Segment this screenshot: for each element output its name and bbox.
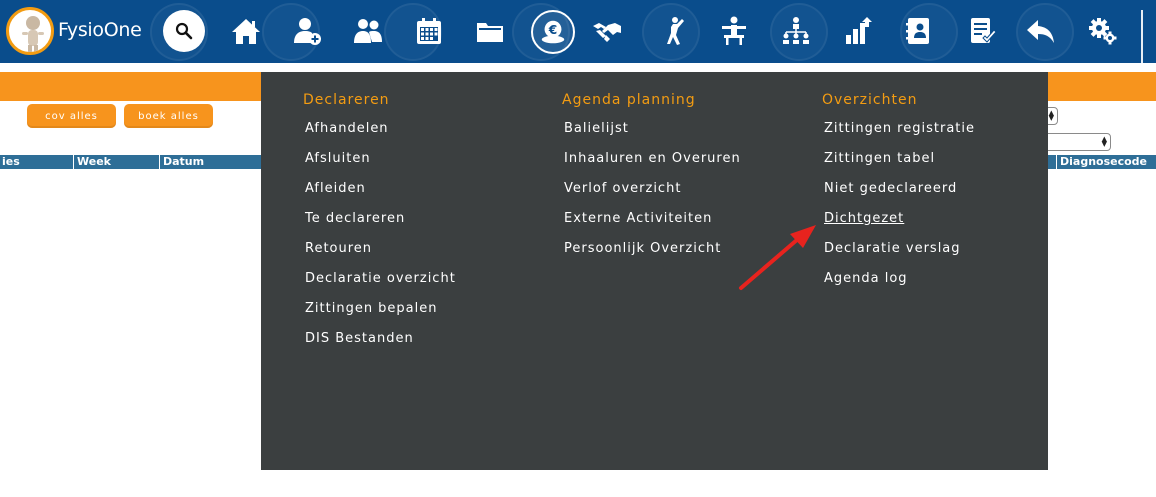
menu-item-zittingen-tabel[interactable]: Zittingen tabel: [824, 151, 935, 166]
top-navigation: FysioOne €: [0, 0, 1156, 63]
handshake-icon: [593, 23, 621, 42]
select-arrows-icon: ▲ ▼: [1101, 135, 1107, 148]
menu-item-te-declareren[interactable]: Te declareren: [305, 211, 405, 226]
home-button[interactable]: [226, 11, 266, 51]
menu-item-agenda-log[interactable]: Agenda log: [824, 271, 908, 286]
address-book-button[interactable]: [898, 11, 938, 51]
reply-icon: [1027, 20, 1054, 43]
menu-item-dis-bestanden[interactable]: DIS Bestanden: [305, 331, 414, 346]
home-icon: [232, 19, 260, 44]
menu-item-retouren[interactable]: Retouren: [305, 241, 372, 256]
exercise-icon: [667, 17, 684, 45]
statistics-icon: [846, 17, 872, 44]
menu-item-dichtgezet[interactable]: Dichtgezet: [824, 211, 904, 226]
folder-icon: [477, 23, 503, 42]
nav-divider: [1141, 10, 1143, 63]
folder-button[interactable]: [470, 11, 510, 51]
search-icon: [175, 22, 193, 40]
column-header-diagnosecode[interactable]: Diagnosecode: [1056, 155, 1156, 169]
patients-button[interactable]: [348, 11, 388, 51]
euro-icon: €: [541, 20, 565, 44]
column-header[interactable]: ies: [0, 155, 73, 169]
add-patient-icon: [294, 18, 321, 45]
calendar-button[interactable]: [409, 11, 449, 51]
therapist-icon: [722, 16, 746, 45]
column-header-datum[interactable]: Datum: [159, 155, 261, 169]
menu-item-declaratie-overzicht[interactable]: Declaratie overzicht: [305, 271, 456, 286]
menu-item-declaratie-verslag[interactable]: Declaratie verslag: [824, 241, 961, 256]
menu-column-title-declareren: Declareren: [303, 92, 390, 108]
app-root: FysioOne € cov alles boek alles ▲ ▼ ▲ ▼ …: [0, 0, 1156, 497]
add-patient-button[interactable]: [287, 11, 327, 51]
boek-alles-button[interactable]: boek alles: [124, 104, 213, 128]
column-header-week[interactable]: Week: [73, 155, 159, 169]
organization-button[interactable]: [776, 11, 816, 51]
patients-icon: [354, 19, 382, 43]
settings-button[interactable]: [1083, 11, 1123, 51]
menu-item-zittingen-registratie[interactable]: Zittingen registratie: [824, 121, 975, 136]
menu-item-externe-activiteiten[interactable]: Externe Activiteiten: [564, 211, 712, 226]
menu-item-balielijst[interactable]: Balielijst: [564, 121, 629, 136]
gear-icon: [1089, 18, 1117, 45]
select-arrows-icon: ▲ ▼: [1048, 109, 1054, 122]
svg-text:€: €: [548, 23, 557, 37]
menu-column-title-overzichten: Overzichten: [822, 92, 918, 108]
menu-item-afsluiten[interactable]: Afsluiten: [305, 151, 371, 166]
menu-column-title-agenda-planning: Agenda planning: [562, 92, 696, 108]
menu-item-inhaaluren-en-overuren[interactable]: Inhaaluren en Overuren: [564, 151, 741, 166]
menu-item-afleiden[interactable]: Afleiden: [305, 181, 366, 196]
menu-item-niet-gedeclareerd[interactable]: Niet gedeclareerd: [824, 181, 957, 196]
menu-item-verlof-overzicht[interactable]: Verlof overzicht: [564, 181, 681, 196]
menu-item-persoonlijk-overzicht[interactable]: Persoonlijk Overzicht: [564, 241, 721, 256]
app-name: FysioOne: [58, 19, 142, 41]
menu-item-afhandelen[interactable]: Afhandelen: [305, 121, 389, 136]
checklist-icon: [971, 18, 997, 43]
therapist-button[interactable]: [714, 11, 754, 51]
back-button[interactable]: [1020, 11, 1060, 51]
menu-item-zittingen-bepalen[interactable]: Zittingen bepalen: [305, 301, 438, 316]
organization-icon: [783, 17, 809, 44]
checklist-button[interactable]: [962, 11, 1002, 51]
address-book-icon: [906, 18, 929, 44]
filter-select-2[interactable]: ▲ ▼: [1043, 133, 1111, 151]
finance-button[interactable]: €: [531, 10, 575, 54]
search-button[interactable]: [163, 10, 205, 52]
app-logo[interactable]: [6, 7, 54, 55]
exercise-button[interactable]: [652, 11, 692, 51]
agreements-button[interactable]: [587, 11, 627, 51]
cov-alles-button[interactable]: cov alles: [27, 104, 116, 128]
statistics-button[interactable]: [837, 11, 877, 51]
calendar-icon: [417, 18, 441, 44]
